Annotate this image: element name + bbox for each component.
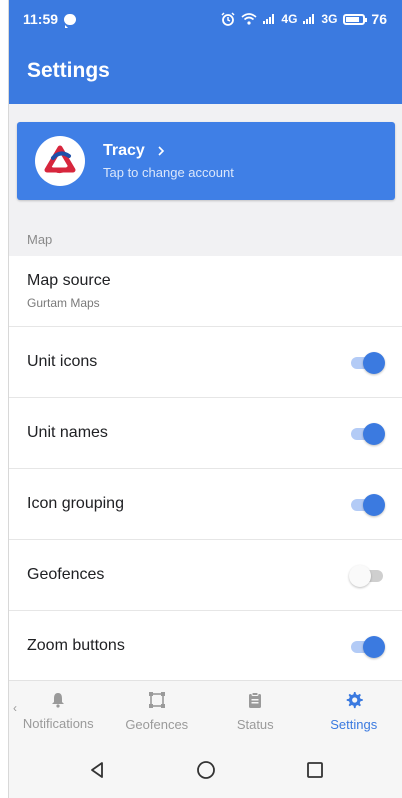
app-bar: Settings bbox=[9, 38, 402, 104]
status-icons: 4G 3G 76 bbox=[221, 11, 387, 27]
setting-row-unit-names[interactable]: Unit names bbox=[9, 398, 402, 469]
map-source-title: Map source bbox=[27, 272, 111, 289]
setting-row-geofences[interactable]: Geofences bbox=[9, 540, 402, 611]
unit-names-toggle[interactable] bbox=[349, 422, 385, 445]
setting-row-unit-icons[interactable]: Unit icons bbox=[9, 327, 402, 398]
chevron-left-icon: ‹ bbox=[13, 701, 17, 715]
account-avatar bbox=[35, 136, 85, 186]
status-time-group: 11:59 bbox=[23, 11, 77, 28]
account-text: Tracy Tap to change account bbox=[103, 142, 234, 180]
icon-grouping-toggle[interactable] bbox=[349, 493, 385, 516]
zoom-buttons-toggle[interactable] bbox=[349, 635, 385, 658]
alarm-icon bbox=[221, 12, 235, 26]
back-icon[interactable] bbox=[88, 761, 106, 779]
signal-icon-2 bbox=[303, 14, 315, 24]
settings-content: Tracy Tap to change account Map Map sour… bbox=[9, 104, 402, 682]
nav-settings[interactable]: Settings bbox=[305, 681, 402, 742]
nav-notifications[interactable]: Notifications bbox=[9, 681, 108, 742]
battery-level: 76 bbox=[371, 11, 387, 27]
account-switch-card[interactable]: Tracy Tap to change account bbox=[17, 122, 395, 200]
geofences-toggle[interactable] bbox=[349, 564, 385, 587]
account-name: Tracy bbox=[103, 142, 145, 159]
home-icon[interactable] bbox=[196, 760, 216, 780]
nav-label: Status bbox=[236, 716, 274, 732]
app-logo-icon bbox=[44, 145, 76, 173]
setting-row-zoom-buttons[interactable]: Zoom buttons bbox=[9, 611, 402, 682]
system-navigation-bar bbox=[9, 742, 402, 798]
setting-label: Zoom buttons bbox=[27, 637, 125, 654]
setting-label: Icon grouping bbox=[27, 495, 124, 512]
status-time: 11:59 bbox=[23, 11, 59, 27]
battery-icon bbox=[343, 13, 368, 25]
setting-label: Geofences bbox=[27, 566, 105, 583]
nav-label: Settings bbox=[330, 717, 378, 732]
recents-icon[interactable] bbox=[306, 761, 324, 779]
account-subtitle: Tap to change account bbox=[103, 165, 234, 180]
gear-icon bbox=[346, 692, 363, 709]
chevron-right-icon bbox=[158, 146, 164, 156]
map-source-row[interactable]: Map source Gurtam Maps bbox=[9, 256, 402, 327]
nav-label: Geofences bbox=[125, 717, 189, 732]
signal-icon bbox=[263, 14, 275, 24]
network-3g-label: 3G bbox=[321, 12, 338, 26]
unit-icons-toggle[interactable] bbox=[349, 351, 385, 374]
status-bar: 11:59 4G 3G 76 bbox=[9, 0, 402, 38]
wifi-icon bbox=[241, 13, 257, 25]
map-settings-list: Map source Gurtam Maps Unit icons Unit n… bbox=[9, 256, 402, 682]
setting-label: Unit icons bbox=[27, 353, 98, 370]
geofence-icon bbox=[148, 692, 165, 708]
section-label-map: Map bbox=[27, 232, 53, 247]
message-icon bbox=[64, 13, 77, 28]
page-title: Settings bbox=[27, 59, 110, 82]
setting-row-icon-grouping[interactable]: Icon grouping bbox=[9, 469, 402, 540]
phone-screen: 11:59 4G 3G 76 Settings Tracy Tap to cha… bbox=[8, 0, 402, 798]
map-source-value: Gurtam Maps bbox=[27, 296, 100, 310]
nav-status[interactable]: Status bbox=[206, 681, 305, 742]
nav-label: Notifications bbox=[22, 716, 94, 731]
account-name-row: Tracy bbox=[103, 142, 234, 160]
nav-geofences[interactable]: Geofences bbox=[108, 681, 207, 742]
network-4g-label: 4G bbox=[281, 12, 298, 26]
clipboard-icon bbox=[249, 691, 262, 708]
bell-icon bbox=[52, 693, 65, 708]
setting-label: Unit names bbox=[27, 424, 108, 441]
bottom-navigation: ‹ Notifications Geofences Status Setting… bbox=[9, 680, 402, 742]
